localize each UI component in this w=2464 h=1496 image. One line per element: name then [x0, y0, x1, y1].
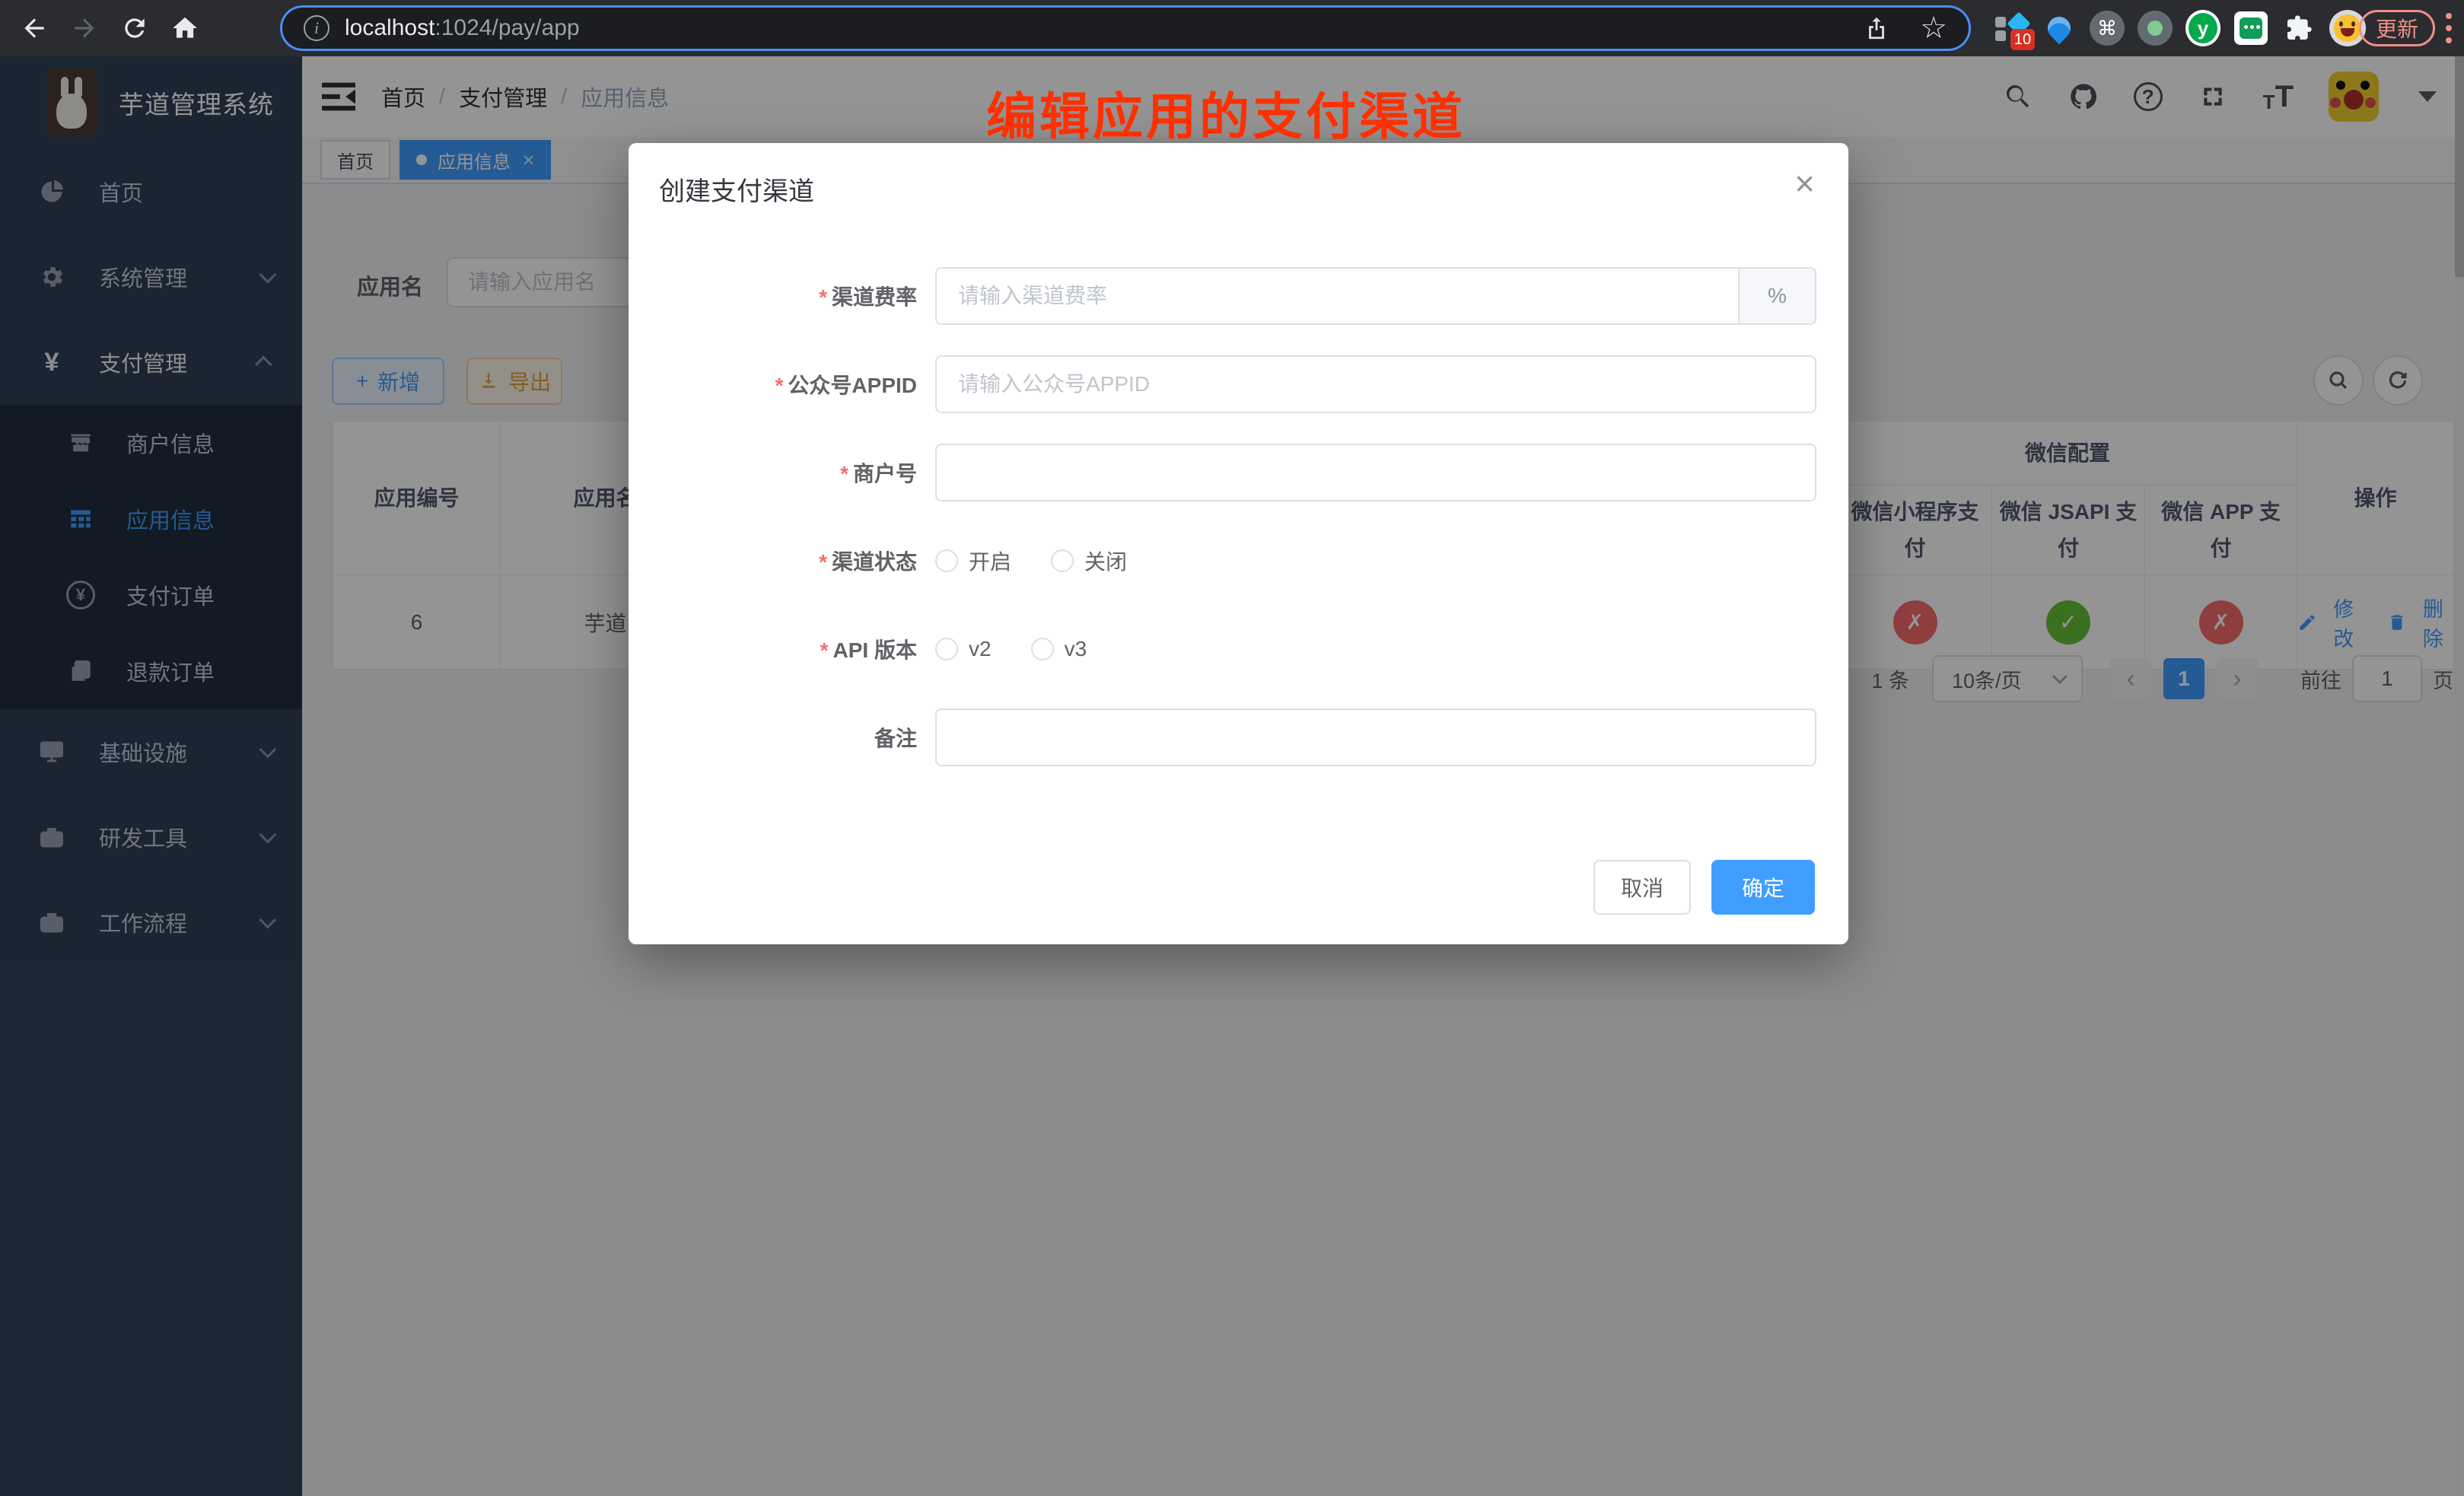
extensions-puzzle-icon[interactable]: [2281, 11, 2316, 46]
reload-icon: [120, 14, 149, 43]
form-row-merchant-no: *商户号: [657, 444, 1816, 501]
browser-update-button[interactable]: 更新: [2359, 10, 2435, 46]
browser-home-button[interactable]: [161, 0, 209, 56]
percent-suffix: %: [1738, 267, 1816, 325]
extension-icon-command[interactable]: ⌘: [2090, 11, 2125, 46]
radio-status-open[interactable]: 开启: [935, 546, 1011, 576]
home-icon: [170, 14, 199, 43]
create-pay-channel-dialog: 创建支付渠道 × *渠道费率 % *公众号APPID *商户号 *渠道状态 开启…: [629, 143, 1848, 944]
form-row-api-version: *API 版本 v2 v3: [657, 620, 1816, 678]
remark-input[interactable]: [935, 708, 1816, 766]
required-mark: *: [820, 638, 829, 662]
radio-icon: [1051, 549, 1074, 572]
radio-api-v2[interactable]: v2: [935, 637, 992, 661]
required-mark: *: [840, 462, 848, 485]
radio-icon: [935, 549, 958, 572]
dialog-title: 创建支付渠道: [659, 170, 814, 208]
extension-icon-balloon[interactable]: [2042, 11, 2077, 46]
bookmark-star-icon[interactable]: ☆: [1920, 13, 1947, 43]
extension-icon-chat[interactable]: [2233, 11, 2268, 46]
required-mark: *: [775, 374, 784, 397]
extension-icon-y[interactable]: y: [2185, 11, 2220, 46]
merchant-no-input[interactable]: [935, 444, 1816, 501]
required-mark: *: [819, 550, 827, 574]
extension-toolbar: 10 ⌘ y: [1994, 0, 2366, 56]
form-row-remark: 备注: [657, 708, 1816, 766]
back-icon: [20, 14, 49, 43]
share-icon[interactable]: [1864, 15, 1889, 41]
extension-icon-tabs[interactable]: 10: [1994, 11, 2029, 46]
browser-chrome: i localhost:1024/pay/app ☆ 10 ⌘ y 更新: [0, 0, 2464, 56]
annotation-text: 编辑应用的支付渠道: [986, 76, 1466, 149]
radio-icon: [935, 638, 958, 660]
address-bar[interactable]: i localhost:1024/pay/app ☆: [280, 5, 1971, 51]
dialog-close-icon[interactable]: ×: [1794, 166, 1815, 201]
required-mark: *: [819, 285, 827, 309]
extension-icon-recorder[interactable]: [2138, 11, 2173, 46]
browser-reload-button[interactable]: [111, 0, 158, 56]
fee-rate-input[interactable]: [935, 267, 1738, 325]
radio-api-v3[interactable]: v3: [1031, 637, 1087, 661]
form-row-fee-rate: *渠道费率 %: [657, 267, 1816, 325]
form-row-channel-status: *渠道状态 开启 关闭: [657, 532, 1816, 590]
browser-menu-icon[interactable]: [2446, 13, 2452, 43]
confirm-button[interactable]: 确定: [1711, 860, 1815, 915]
radio-icon: [1031, 638, 1054, 660]
url-text: localhost:1024/pay/app: [345, 15, 580, 41]
forward-icon: [70, 14, 99, 43]
cancel-button[interactable]: 取消: [1593, 860, 1691, 915]
form-row-appid: *公众号APPID: [657, 355, 1816, 413]
appid-input[interactable]: [935, 355, 1816, 413]
browser-forward-button[interactable]: [61, 0, 108, 56]
extension-badge: 10: [2010, 29, 2035, 50]
site-info-icon[interactable]: i: [304, 15, 329, 41]
browser-back-button[interactable]: [11, 0, 58, 56]
radio-status-closed[interactable]: 关闭: [1051, 546, 1127, 576]
